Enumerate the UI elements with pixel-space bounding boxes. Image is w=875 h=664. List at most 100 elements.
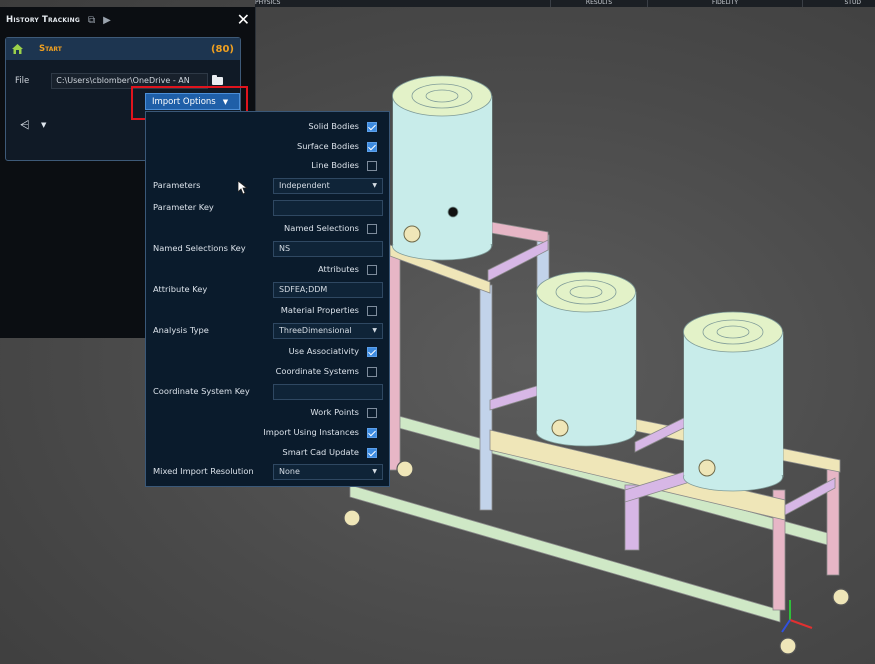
chevron-down-icon[interactable]: ▼ [41, 121, 46, 129]
attributes-checkbox[interactable] [367, 265, 377, 275]
top-ribbon: Physics Results Fidelity Stud [255, 0, 875, 7]
smart-cad-update-checkbox[interactable] [367, 448, 377, 458]
option-label: Named Selections Key [153, 243, 246, 253]
axis-triad [781, 600, 813, 633]
option-solid-bodies: Solid Bodies [146, 117, 389, 137]
option-label: Parameter Key [153, 202, 214, 212]
frame-rail [349, 484, 781, 623]
coordinate-system-key-input[interactable] [273, 384, 383, 400]
home-icon [12, 44, 23, 54]
option-named-selections-key: Named Selections Key NS [146, 239, 389, 259]
solid-bodies-checkbox[interactable] [367, 122, 377, 132]
option-attribute-key: Attribute Key SDFEA;DDM [146, 280, 389, 300]
frame-beam [624, 469, 691, 503]
option-label: Named Selections [284, 223, 359, 233]
frame-beam [589, 409, 841, 473]
valve-icons [403, 225, 716, 477]
option-line-bodies: Line Bodies [146, 156, 389, 176]
frame-beam [634, 409, 701, 453]
dock-icon[interactable]: ⧉ [88, 15, 95, 26]
start-title: Start [39, 44, 62, 54]
option-smart-cad-update: Smart Cad Update [146, 443, 389, 463]
mixed-import-resolution-select[interactable]: None ▼ [273, 464, 383, 480]
chevron-down-icon: ▼ [372, 182, 377, 189]
frame-post [536, 234, 550, 386]
option-label: Use Associativity [288, 346, 359, 356]
frame-post [772, 489, 786, 611]
option-label: Smart Cad Update [282, 447, 359, 457]
analysis-type-select[interactable]: ThreeDimensional ▼ [273, 323, 383, 339]
frame-beam [489, 429, 786, 521]
option-parameters: Parameters Independent ▼ [146, 176, 389, 196]
option-label: Solid Bodies [308, 121, 359, 131]
option-mixed-import-resolution: Mixed Import Resolution None ▼ [146, 462, 389, 482]
option-label: Import Using Instances [263, 427, 359, 437]
tank-1 [392, 75, 493, 261]
option-label: Material Properties [280, 305, 359, 315]
use-associativity-checkbox[interactable] [367, 347, 377, 357]
option-label: Attribute Key [153, 284, 208, 294]
option-label: Attributes [318, 264, 359, 274]
mouse-cursor-icon [238, 181, 248, 195]
tab-fidelity[interactable]: Fidelity [647, 0, 802, 7]
close-icon[interactable]: ✕ [237, 10, 250, 29]
frame-post [479, 284, 493, 511]
tank-3 [683, 311, 784, 492]
file-label: File [15, 76, 30, 86]
parameter-key-input[interactable] [273, 200, 383, 216]
named-selections-checkbox[interactable] [367, 224, 377, 234]
chevron-down-icon: ▼ [372, 327, 377, 334]
option-import-using-instances: Import Using Instances [146, 423, 389, 443]
frame-structure [349, 219, 841, 623]
frame-post [826, 459, 840, 576]
option-coordinate-system-key: Coordinate System Key [146, 382, 389, 402]
import-options-panel: Solid Bodies Surface Bodies Line Bodies … [145, 111, 390, 487]
named-selections-key-input[interactable]: NS [273, 241, 383, 257]
option-label: Line Bodies [311, 160, 359, 170]
option-label: Surface Bodies [296, 141, 359, 151]
option-material-properties: Material Properties [146, 301, 389, 321]
option-label: Work Points [310, 407, 359, 417]
line-bodies-checkbox[interactable] [367, 161, 377, 171]
coordinate-systems-checkbox[interactable] [367, 367, 377, 377]
start-header: Start (80) [6, 38, 240, 60]
option-parameter-key: Parameter Key [146, 198, 389, 218]
frame-beam [784, 477, 836, 516]
frame-post [624, 484, 640, 551]
option-named-selections: Named Selections [146, 219, 389, 239]
frame-beam [489, 384, 541, 411]
work-points-checkbox[interactable] [367, 408, 377, 418]
panel-title: History Tracking [6, 15, 80, 25]
option-surface-bodies: Surface Bodies [146, 137, 389, 157]
tab-results[interactable]: Results [550, 0, 647, 7]
option-attributes: Attributes [146, 260, 389, 280]
option-label: Analysis Type [153, 325, 209, 335]
tank-2 [536, 271, 637, 447]
mixed-import-resolution-value: None [279, 467, 300, 476]
option-label: Mixed Import Resolution [153, 466, 254, 476]
import-using-instances-checkbox[interactable] [367, 428, 377, 438]
caster-wheels [343, 460, 850, 655]
option-use-associativity: Use Associativity [146, 342, 389, 362]
start-count: (80) [210, 43, 234, 55]
tab-physics[interactable]: Physics [255, 0, 550, 7]
tab-study[interactable]: Stud [802, 0, 875, 7]
chevron-down-icon: ▼ [372, 468, 377, 475]
analysis-type-value: ThreeDimensional [279, 326, 352, 335]
option-label: Parameters [153, 180, 201, 190]
option-label: Coordinate System Key [153, 386, 250, 396]
material-properties-checkbox[interactable] [367, 306, 377, 316]
frame-beam [389, 244, 491, 294]
merge-icon[interactable]: ⩤ [20, 118, 30, 133]
option-coordinate-systems: Coordinate Systems [146, 362, 389, 382]
surface-bodies-checkbox[interactable] [367, 142, 377, 152]
parameters-value: Independent [279, 181, 330, 190]
folder-icon[interactable] [212, 75, 224, 85]
parameters-select[interactable]: Independent ▼ [273, 178, 383, 194]
attribute-key-input[interactable]: SDFEA;DDM [273, 282, 383, 298]
panel-header: History Tracking ⧉ ▶ [0, 7, 255, 33]
option-label: Coordinate Systems [275, 366, 359, 376]
option-work-points: Work Points [146, 403, 389, 423]
play-icon[interactable]: ▶ [103, 15, 111, 26]
option-analysis-type: Analysis Type ThreeDimensional ▼ [146, 321, 389, 341]
